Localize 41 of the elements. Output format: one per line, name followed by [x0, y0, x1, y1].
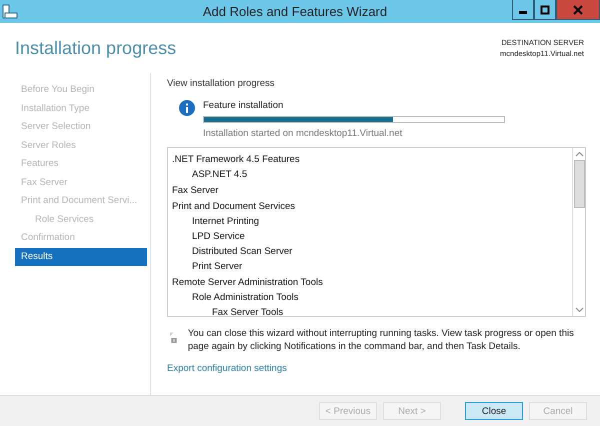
sidebar-item[interactable]: Features [15, 155, 147, 174]
result-item: .NET Framework 4.5 Features [172, 154, 300, 165]
result-item: Remote Server Administration Tools [172, 277, 323, 288]
minimize-button[interactable] [512, 0, 534, 20]
result-item: Print and Document Services [172, 201, 296, 212]
wizard-button[interactable]: Close [465, 402, 523, 420]
result-item: Internet Printing [192, 216, 260, 227]
result-item: Distributed Scan Server [192, 246, 292, 257]
sidebar-item[interactable]: Fax Server [15, 174, 147, 192]
sidebar-item[interactable]: Results [15, 248, 147, 266]
result-item: Fax Server [172, 185, 218, 196]
progress-status: Installation started on mcndesktop11.Virtual.net [203, 128, 404, 139]
sidebar-item[interactable]: Server Selection [15, 118, 147, 136]
section-heading: View installation progress [167, 78, 276, 89]
result-item: ASP.NET 4.5 [192, 169, 248, 180]
scroll-down-icon[interactable] [574, 307, 584, 313]
progress-title: Feature installation [203, 100, 284, 111]
sidebar-item[interactable]: Before You Begin [15, 81, 147, 100]
export-link[interactable]: Export configuration settings [167, 363, 586, 374]
page-title: Installation progress [15, 38, 176, 58]
maximize-icon [540, 4, 550, 14]
scroll-thumb[interactable] [574, 160, 584, 208]
sidebar-item[interactable]: Role Services [15, 210, 147, 229]
sidebar-item[interactable]: Confirmation [15, 229, 147, 248]
sidebar-item[interactable]: Print and Document Servi... [15, 192, 147, 210]
result-item: LPD Service [192, 231, 245, 242]
result-item: Fax Server Tools [212, 307, 284, 316]
result-item: Role Administration Tools [192, 292, 298, 303]
server-icon [2, 4, 18, 20]
window-title: Add Roles and Features Wizard [202, 4, 388, 19]
note-text: You can close this wizard without interrupting running tasks. View task progress or open this page again by clicking Notifications in the command bar, and then Task Details. [188, 327, 575, 353]
maximize-button[interactable] [534, 0, 556, 20]
scrollbar[interactable] [572, 148, 585, 316]
sidebar-item[interactable]: Installation Type [15, 100, 147, 118]
info-icon [179, 100, 195, 116]
close-button[interactable] [556, 0, 600, 20]
close-icon [573, 4, 583, 14]
sidebar-item[interactable]: Server Roles [15, 136, 147, 155]
result-item: Print Server [192, 261, 242, 272]
minimize-icon [519, 11, 527, 14]
scroll-up-icon[interactable] [574, 151, 584, 157]
